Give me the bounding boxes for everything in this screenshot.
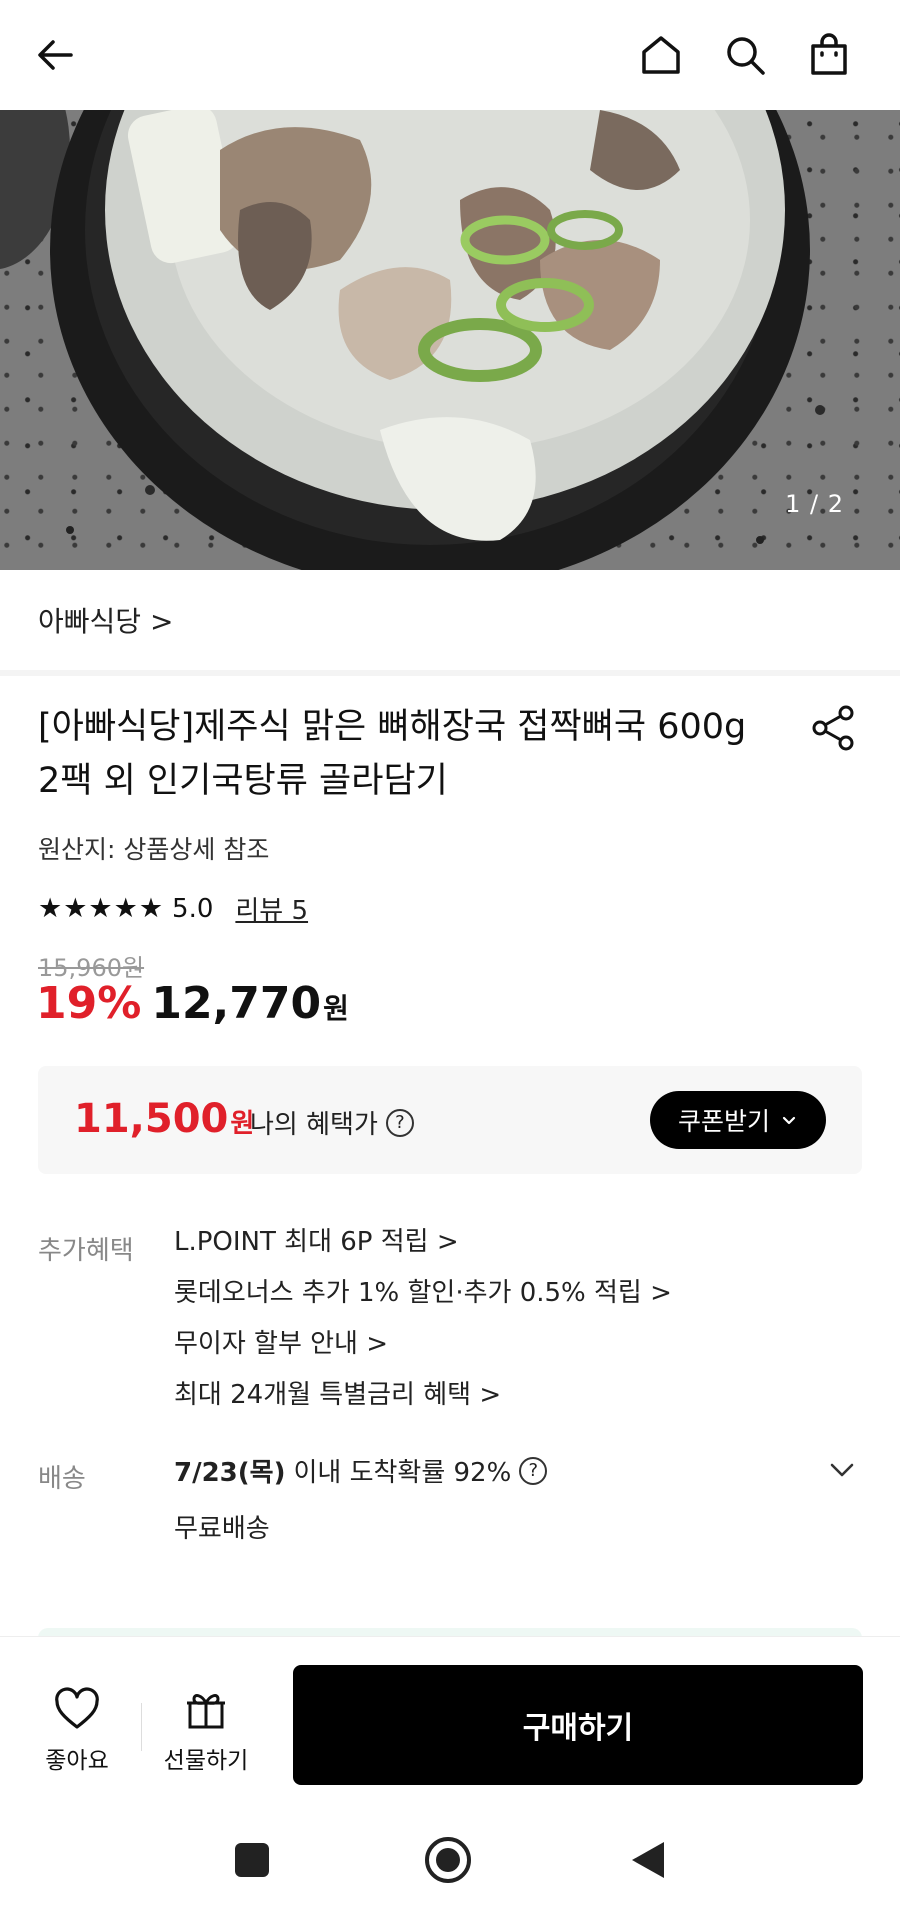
benefit-label-text: 나의 혜택가 (250, 1110, 378, 1140)
buy-button[interactable]: 구매하기 (293, 1665, 863, 1785)
like-label: 좋아요 (45, 1748, 109, 1774)
benefit-label: 나의 혜택가 ? (250, 1104, 414, 1141)
system-nav-bar (0, 1806, 900, 1919)
image-pager: 1 / 2 (785, 490, 844, 518)
shipping-probability: 이내 도착확률 92% (293, 1458, 512, 1488)
gift-icon (187, 1694, 225, 1729)
shipping-estimate: 7/23(목) 이내 도착확률 92% ? (174, 1452, 548, 1489)
origin-info: 원산지: 상품상세 참조 (38, 835, 270, 864)
help-icon[interactable]: ? (385, 1108, 414, 1137)
bottom-divider (141, 1703, 142, 1751)
get-coupon-label: 쿠폰받기 (677, 1108, 770, 1136)
product-title: [아빠식당]제주식 맑은 뼈해장국 접짝뼈국 600g 2팩 외 인기국탕류 골… (38, 707, 747, 801)
share-icon[interactable] (808, 702, 860, 754)
recent-apps-icon[interactable] (226, 1834, 278, 1886)
shipping-date: 7/23(목) (174, 1458, 286, 1488)
top-app-bar (0, 0, 900, 110)
benefit-price: 11,500 원 (74, 1096, 254, 1142)
discount-rate: 19% (36, 978, 142, 1029)
shipping-help-icon[interactable]: ? (519, 1456, 548, 1485)
home-nav-icon[interactable] (422, 1834, 474, 1886)
gift-button[interactable]: 선물하기 (151, 1685, 261, 1775)
rating-score: 5.0 (172, 893, 214, 924)
shipping-expand-chevron-icon[interactable] (824, 1452, 860, 1488)
currency-unit: 원 (323, 992, 349, 1025)
my-benefit-box: 11,500 원 나의 혜택가 ? 쿠폰받기 (38, 1066, 862, 1174)
benefit-installment[interactable]: 무이자 할부 안내 > (174, 1324, 672, 1375)
benefit-lotte-owners[interactable]: 롯데오너스 추가 1% 할인·추가 0.5% 적립 > (174, 1273, 672, 1324)
like-button[interactable]: 좋아요 (22, 1685, 132, 1775)
back-arrow-icon[interactable] (22, 22, 88, 88)
sale-price: 12,770 (151, 978, 322, 1029)
bottom-action-bar: 좋아요 선물하기 구매하기 (0, 1636, 900, 1806)
section-divider (0, 670, 900, 676)
review-link[interactable]: 리뷰 5 (235, 890, 308, 927)
store-link[interactable]: 아빠식당 > (38, 600, 173, 640)
back-nav-icon[interactable] (622, 1834, 674, 1886)
benefit-special-rate[interactable]: 최대 24개월 특별금리 혜택 > (174, 1375, 672, 1426)
home-icon[interactable] (628, 22, 694, 88)
benefit-price-value: 11,500 (74, 1096, 229, 1142)
extra-benefits-label: 추가혜택 (38, 1236, 134, 1266)
gift-label: 선물하기 (163, 1748, 249, 1774)
benefit-lpoint[interactable]: L.POINT 최대 6P 적립 > (174, 1222, 672, 1273)
heart-icon (55, 1687, 99, 1729)
chevron-down-icon (782, 1116, 796, 1125)
rating-row: ★★★★★ 5.0 리뷰 5 (38, 890, 308, 927)
soup-bowl-image (0, 110, 825, 570)
shipping-label: 배송 (38, 1464, 86, 1494)
search-icon[interactable] (712, 22, 778, 88)
free-shipping: 무료배송 (174, 1514, 270, 1544)
shopping-bag-icon[interactable] (796, 22, 862, 88)
get-coupon-button[interactable]: 쿠폰받기 (650, 1091, 826, 1149)
star-rating-icon: ★★★★★ (38, 893, 165, 924)
extra-benefits-list: L.POINT 최대 6P 적립 > 롯데오너스 추가 1% 할인·추가 0.5… (174, 1222, 672, 1426)
product-image-carousel[interactable]: 1 / 2 (0, 110, 900, 570)
price-row: 19% 12,770 원 (36, 978, 349, 1029)
